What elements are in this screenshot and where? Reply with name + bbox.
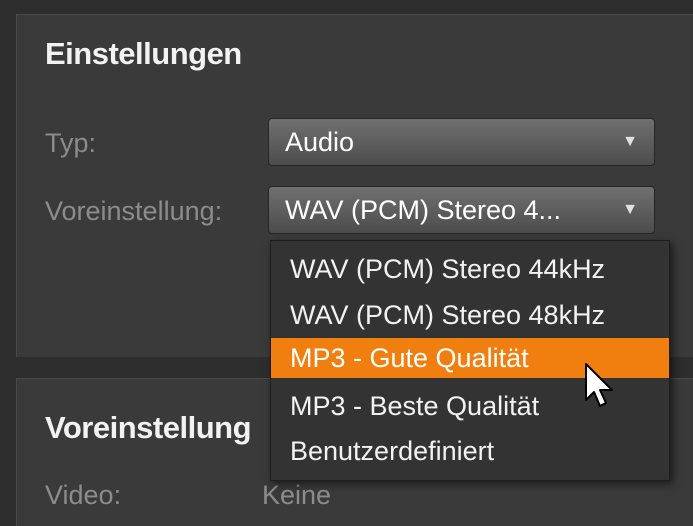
chevron-down-icon: ▼ [622,133,638,150]
type-select-value: Audio [285,127,355,157]
video-value: Keine [262,480,332,510]
preset-dropdown-list: WAV (PCM) Stereo 44kHz WAV (PCM) Stereo … [270,240,670,481]
dropdown-option[interactable]: Benutzerdefiniert [271,431,669,471]
preset-select[interactable]: WAV (PCM) Stereo 4... ▼ [268,186,655,234]
type-label: Typ: [45,128,97,158]
preset-label: Voreinstellung: [45,196,223,226]
type-select[interactable]: Audio ▼ [268,118,655,166]
mouse-pointer-icon [585,363,613,407]
dropdown-option[interactable]: WAV (PCM) Stereo 48kHz [271,295,669,335]
presets-title: Voreinstellung [45,410,252,445]
video-label: Video: [45,480,122,510]
chevron-down-icon: ▼ [622,201,638,218]
preset-select-value: WAV (PCM) Stereo 4... [285,195,562,225]
settings-title: Einstellungen [45,36,242,71]
dropdown-option[interactable]: WAV (PCM) Stereo 44kHz [271,249,669,289]
